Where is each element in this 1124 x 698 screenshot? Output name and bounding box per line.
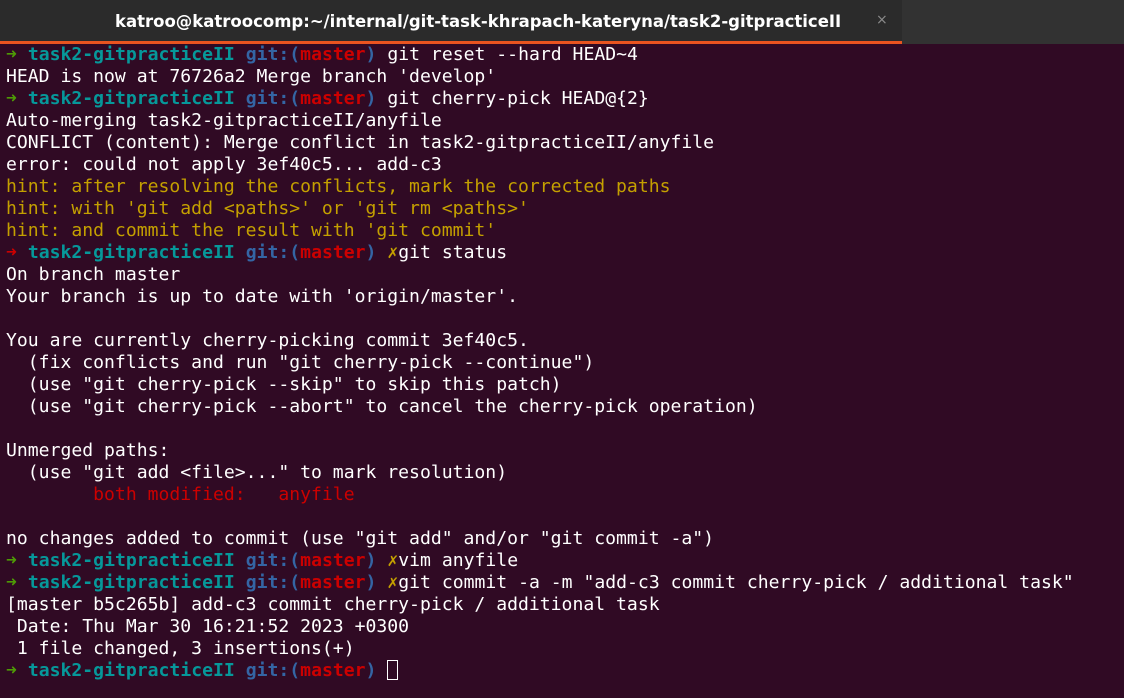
prompt-git-label: git:( — [245, 550, 301, 571]
prompt-branch: master — [300, 572, 366, 593]
prompt-branch: master — [300, 550, 366, 571]
output-line: 1 file changed, 3 insertions(+) — [6, 638, 355, 659]
output-line: (use "git cherry-pick --skip" to skip th… — [6, 374, 562, 395]
prompt-arrow-icon: ➜ — [6, 660, 17, 681]
terminal-output[interactable]: ➜ task2-gitpracticeII git:(master) git r… — [6, 44, 1120, 682]
prompt-git-label-close: ) — [365, 88, 377, 109]
prompt-directory: task2-gitpracticeII — [27, 550, 235, 571]
unmerged-file-line: both modified: anyfile — [6, 484, 355, 505]
terminal-line: ➜ task2-gitpracticeII git:(master) ✗git … — [6, 572, 1120, 594]
title-bar: katroo@katroocomp:~/internal/git-task-kh… — [0, 0, 1124, 44]
command-text: git reset --hard HEAD~4 — [387, 44, 638, 65]
close-tab-icon[interactable]: × — [876, 12, 888, 28]
prompt-branch: master — [300, 242, 366, 263]
output-line: [master b5c265b] add-c3 commit cherry-pi… — [6, 594, 660, 615]
prompt-directory: task2-gitpracticeII — [27, 44, 235, 65]
output-line: (fix conflicts and run "git cherry-pick … — [6, 352, 595, 373]
command-text: git status — [398, 242, 508, 263]
prompt-arrow-icon: ➜ — [6, 88, 17, 109]
terminal-line: ➜ task2-gitpracticeII git:(master) git r… — [6, 44, 1120, 66]
output-line: You are currently cherry-picking commit … — [6, 330, 529, 351]
prompt-branch: master — [300, 88, 366, 109]
command-text: vim anyfile — [398, 550, 519, 571]
hint-line: hint: with 'git add <paths>' or 'git rm … — [6, 198, 529, 219]
prompt-directory: task2-gitpracticeII — [27, 572, 235, 593]
hint-line: hint: and commit the result with 'git co… — [6, 220, 497, 241]
prompt-branch: master — [300, 660, 366, 681]
prompt-git-label-close: ) — [365, 660, 377, 681]
prompt-arrow-icon: ➜ — [6, 572, 17, 593]
prompt-git-label-close: ) — [365, 242, 377, 263]
output-line: On branch master — [6, 264, 181, 285]
terminal-line: ➜ task2-gitpracticeII git:(master) git c… — [6, 88, 1120, 110]
output-line: Auto-merging task2-gitpracticeII/anyfile — [6, 110, 442, 131]
prompt-git-label-close: ) — [365, 572, 377, 593]
output-line: HEAD is now at 76726a2 Merge branch 'dev… — [6, 66, 497, 87]
dirty-mark-icon: ✗ — [387, 572, 399, 593]
terminal-window: katroo@katroocomp:~/internal/git-task-kh… — [0, 0, 1124, 698]
output-line: (use "git add <file>..." to mark resolut… — [6, 462, 508, 483]
prompt-directory: task2-gitpracticeII — [27, 660, 235, 681]
prompt-git-label-close: ) — [365, 550, 377, 571]
prompt-git-label: git:( — [245, 88, 301, 109]
prompt-git-label-close: ) — [365, 44, 377, 65]
terminal-line: ➜ task2-gitpracticeII git:(master) ✗vim … — [6, 550, 1120, 572]
output-line: Date: Thu Mar 30 16:21:52 2023 +0300 — [6, 616, 410, 637]
output-line: CONFLICT (content): Merge conflict in ta… — [6, 132, 715, 153]
hint-line: hint: after resolving the conflicts, mar… — [6, 176, 671, 197]
terminal-line: ➜ task2-gitpracticeII git:(master) ✗git … — [6, 242, 1120, 264]
output-line: error: could not apply 3ef40c5... add-c3 — [6, 154, 442, 175]
prompt-git-label: git:( — [245, 242, 301, 263]
terminal-tab[interactable]: katroo@katroocomp:~/internal/git-task-kh… — [0, 0, 902, 44]
prompt-git-label: git:( — [245, 44, 301, 65]
command-text: git cherry-pick HEAD@{2} — [387, 88, 649, 109]
dirty-mark-icon: ✗ — [387, 550, 399, 571]
text-cursor[interactable] — [387, 660, 399, 680]
output-line: no changes added to commit (use "git add… — [6, 528, 715, 549]
output-line: (use "git cherry-pick --abort" to cancel… — [6, 396, 758, 417]
prompt-arrow-icon: ➜ — [6, 44, 17, 65]
prompt-arrow-icon: ➜ — [6, 242, 17, 263]
output-line: Your branch is up to date with 'origin/m… — [6, 286, 518, 307]
prompt-branch: master — [300, 44, 366, 65]
current-prompt-line[interactable]: ➜ task2-gitpracticeII git:(master) — [6, 660, 1120, 682]
prompt-git-label: git:( — [245, 572, 301, 593]
prompt-git-label: git:( — [245, 660, 301, 681]
prompt-directory: task2-gitpracticeII — [27, 242, 235, 263]
dirty-mark-icon: ✗ — [387, 242, 399, 263]
command-text: git commit -a -m "add-c3 commit cherry-p… — [398, 572, 1074, 593]
prompt-arrow-icon: ➜ — [6, 550, 17, 571]
tab-title: katroo@katroocomp:~/internal/git-task-kh… — [115, 12, 842, 31]
output-line: Unmerged paths: — [6, 440, 170, 461]
prompt-directory: task2-gitpracticeII — [27, 88, 235, 109]
